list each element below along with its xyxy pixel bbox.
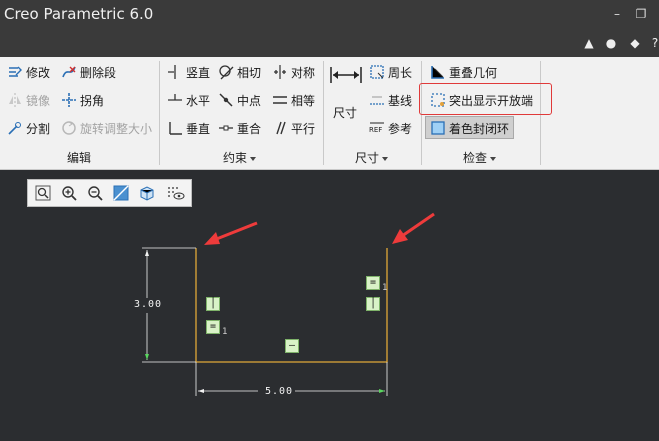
open-end-arrow-left xyxy=(213,221,258,242)
open-end-arrow-right xyxy=(401,212,435,238)
horizontal-constraint-symbol[interactable]: — xyxy=(285,339,299,353)
sketch-geometry xyxy=(142,212,435,396)
width-dimension-value[interactable]: 5.00 xyxy=(265,386,293,397)
vertical-constraint-symbol[interactable]: │ xyxy=(206,297,220,311)
constraint-subscript: 1 xyxy=(382,283,388,293)
height-dimension-value[interactable]: 3.00 xyxy=(134,299,162,310)
open-end-arrow-right-head xyxy=(392,229,408,244)
height-dimension-arrow-top xyxy=(145,250,149,256)
width-dimension-arrow-right xyxy=(379,389,385,393)
constraint-subscript: 1 xyxy=(222,327,228,337)
width-dimension-arrow-left xyxy=(198,389,204,393)
open-end-arrow-left-head xyxy=(204,232,220,245)
vertical-constraint-symbol[interactable]: │ xyxy=(366,297,380,311)
equal-constraint-symbol[interactable]: = xyxy=(206,320,220,334)
equal-constraint-symbol[interactable]: = xyxy=(366,276,380,290)
height-dimension-arrow-bottom xyxy=(145,354,149,360)
